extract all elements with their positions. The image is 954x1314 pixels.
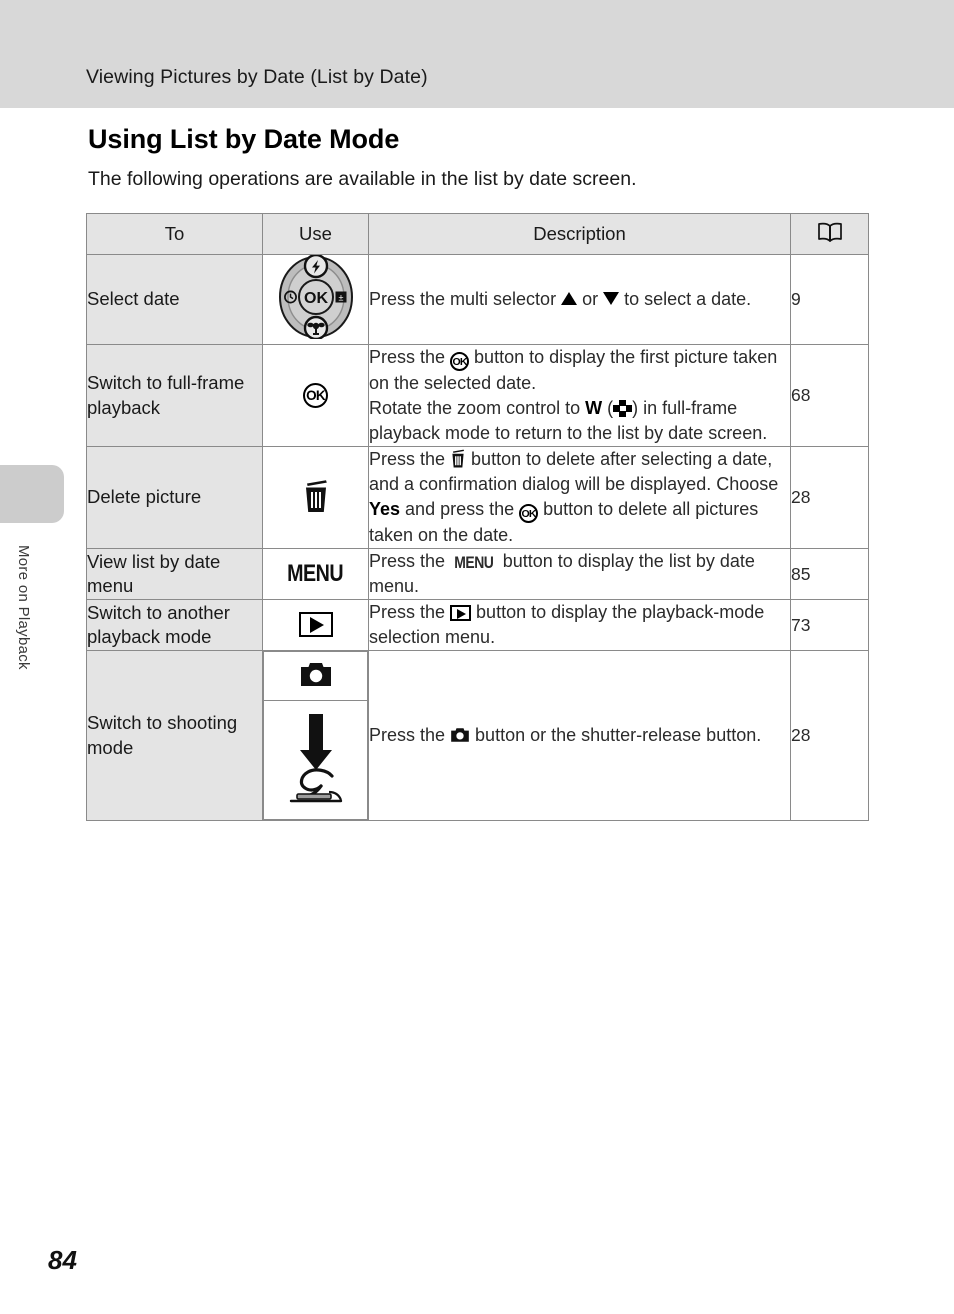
- table-row: Switch to shooting mode Press the button…: [86, 650, 869, 822]
- svg-text:OK: OK: [304, 290, 328, 307]
- row-use-switch-playback-mode: [262, 599, 369, 652]
- row-description-view-list-by-date-menu: Press the MENU button to display the lis…: [368, 548, 791, 601]
- playback-button-icon: [298, 611, 333, 637]
- desc-text: Press the: [369, 449, 451, 470]
- table-body: Select date OK ± Press the multi selecto…: [86, 253, 869, 822]
- desc-text: Rotate the zoom control to: [369, 398, 586, 419]
- desc-text: Press the: [369, 602, 451, 623]
- desc-text: Press the: [369, 347, 451, 367]
- column-header-to: To: [86, 213, 263, 255]
- desc-text: or: [577, 288, 604, 309]
- page-title: Using List by Date Mode: [88, 124, 400, 154]
- row-description-delete-picture: Press the button to delete after selecti…: [368, 446, 791, 550]
- table-row: Select date OK ± Press the multi selecto…: [86, 253, 869, 345]
- row-use-delete-picture: [262, 446, 369, 550]
- table-row: Switch to full-frame playback OK Press t…: [86, 343, 869, 448]
- desc-text: to select a date.: [619, 288, 752, 309]
- shutter-release-press-icon: [285, 713, 347, 810]
- nested-use-table: [263, 651, 368, 821]
- desc-text: Press the: [369, 725, 451, 746]
- ok-button-icon: OK: [450, 352, 470, 371]
- table-header-row: To Use Description: [86, 213, 869, 255]
- zoom-w-label: W: [585, 398, 603, 419]
- row-use-switch-shooting-mode: [262, 650, 369, 822]
- ok-button-icon: OK: [303, 383, 328, 409]
- ok-button-icon: OK: [519, 504, 539, 524]
- yes-option-label: Yes: [369, 499, 401, 520]
- page-number: 84: [48, 1245, 77, 1275]
- row-label-switch-shooting-mode: Switch to shooting mode: [86, 650, 263, 822]
- nested-row-camera-icon: [263, 651, 368, 702]
- trash-icon: [450, 449, 466, 468]
- svg-text:±: ±: [338, 293, 343, 303]
- playback-button-icon: [450, 605, 472, 622]
- row-reference-view-list-by-date-menu: 85: [790, 548, 869, 601]
- row-description-full-frame-playback: Press the OK button to display the first…: [368, 343, 791, 448]
- running-header-band: [0, 0, 954, 108]
- column-header-reference: [790, 213, 869, 255]
- side-thumb-tab: [0, 465, 64, 523]
- intro-paragraph: The following operations are available i…: [88, 168, 637, 190]
- row-reference-delete-picture: 28: [790, 446, 869, 550]
- column-header-use: Use: [262, 213, 369, 255]
- desc-text: (: [602, 398, 614, 419]
- multi-selector-dial-icon: OK ±: [277, 253, 355, 343]
- triangle-down-icon: [603, 291, 620, 305]
- nested-row-shutter-press-illustration: [263, 700, 368, 821]
- column-header-description: Description: [368, 213, 791, 255]
- table-row: View list by date menu MENU Press the ME…: [86, 548, 869, 601]
- row-description-switch-shooting-mode: Press the button or the shutter-release …: [368, 650, 791, 822]
- desc-text: and press the: [400, 499, 520, 520]
- row-description-switch-playback-mode: Press the button to display the playback…: [368, 599, 791, 652]
- row-use-select-date: OK ±: [262, 253, 369, 345]
- operations-table-wrapper: To Use Description Select date OK ± Pres…: [86, 213, 869, 822]
- row-label-full-frame-playback: Switch to full-frame playback: [86, 343, 263, 448]
- menu-button-icon: MENU: [454, 553, 494, 573]
- camera-button-icon: [450, 727, 470, 743]
- row-reference-switch-playback-mode: 73: [790, 599, 869, 652]
- camera-button-icon: [299, 661, 333, 688]
- row-reference-switch-shooting-mode: 28: [790, 650, 869, 822]
- trash-icon: [302, 479, 330, 513]
- row-reference-full-frame-playback: 68: [790, 343, 869, 448]
- desc-text: Press the multi selector: [369, 288, 562, 309]
- triangle-up-icon: [561, 291, 578, 305]
- side-tab-label: More on Playback: [15, 545, 32, 670]
- row-description-select-date: Press the multi selector or to select a …: [368, 254, 791, 345]
- row-use-full-frame-playback: OK: [262, 343, 369, 448]
- row-label-delete-picture: Delete picture: [86, 446, 263, 550]
- table-header: To Use Description: [86, 213, 869, 255]
- running-header-title: Viewing Pictures by Date (List by Date): [86, 66, 428, 88]
- desc-text: Press the: [369, 551, 451, 572]
- row-reference-select-date: 9: [790, 254, 869, 345]
- row-label-switch-playback-mode: Switch to another playback mode: [86, 599, 263, 652]
- menu-button-icon: MENU: [287, 560, 344, 588]
- table-row: Switch to another playback mode Press th…: [86, 599, 869, 652]
- row-label-select-date: Select date: [86, 254, 263, 345]
- table-row: Delete picture Press the button to delet…: [86, 446, 869, 550]
- thumbnail-checkerboard-icon: [613, 400, 633, 418]
- row-use-view-list-by-date-menu: MENU: [262, 548, 369, 601]
- book-icon: [817, 222, 843, 246]
- row-label-view-list-by-date-menu: View list by date menu: [86, 548, 263, 601]
- desc-text: button or the shutter-release button.: [470, 725, 762, 746]
- operations-table: To Use Description Select date OK ± Pres…: [86, 213, 869, 822]
